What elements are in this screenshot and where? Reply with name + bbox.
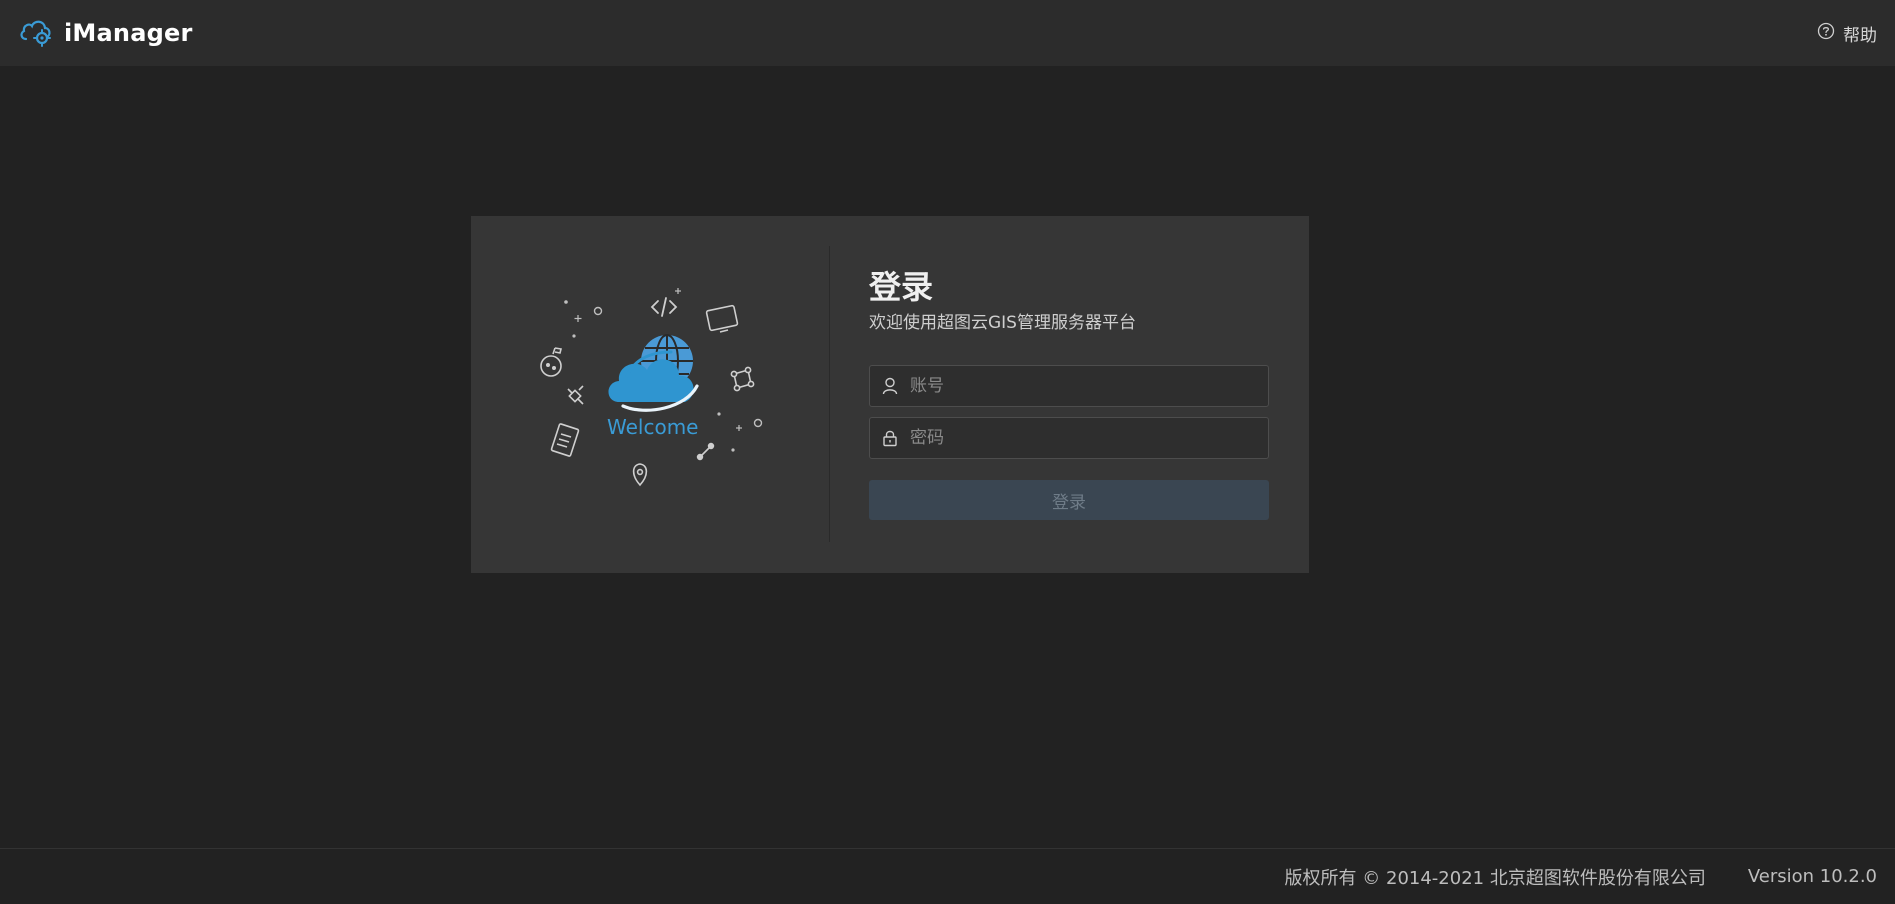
username-input[interactable] (910, 366, 1268, 406)
stopwatch-icon (540, 347, 562, 377)
brand-name: iManager (64, 19, 193, 47)
copyright-text: 版权所有 © 2014-2021 北京超图软件股份有限公司 (1284, 867, 1706, 889)
welcome-illustration: Welcome (471, 216, 829, 573)
network-icon (730, 366, 755, 392)
login-button[interactable]: 登录 (869, 480, 1269, 520)
login-card: Welcome 登录 欢迎使用超图云GIS管理服务器平台 账号 登录 (471, 216, 1309, 573)
welcome-text: Welcome (607, 415, 699, 439)
top-header: iManager 帮助 (0, 0, 1895, 66)
username-field[interactable] (869, 365, 1269, 407)
brand[interactable]: iManager (18, 15, 192, 51)
login-title: 登录 (869, 268, 934, 306)
code-icon (650, 297, 678, 317)
password-input[interactable] (910, 418, 1268, 458)
lock-icon (870, 429, 910, 447)
password-field[interactable] (869, 417, 1269, 459)
version-text: Version 10.2.0 (1747, 866, 1877, 887)
question-circle-icon (1817, 22, 1835, 45)
link-icon (696, 442, 715, 461)
imanager-logo-icon (18, 15, 54, 51)
monitor-icon (705, 304, 739, 333)
document-icon (550, 423, 580, 457)
satellite-icon (567, 385, 584, 405)
login-subtitle: 欢迎使用超图云GIS管理服务器平台 (869, 313, 1136, 333)
card-divider (829, 246, 830, 542)
user-icon (870, 377, 910, 395)
help-link[interactable]: 帮助 (1817, 21, 1877, 46)
help-label: 帮助 (1843, 25, 1877, 46)
map-pin-icon (632, 463, 648, 487)
footer: 版权所有 © 2014-2021 北京超图软件股份有限公司 Version 10… (0, 848, 1895, 904)
globe-cloud-icon (608, 334, 699, 412)
